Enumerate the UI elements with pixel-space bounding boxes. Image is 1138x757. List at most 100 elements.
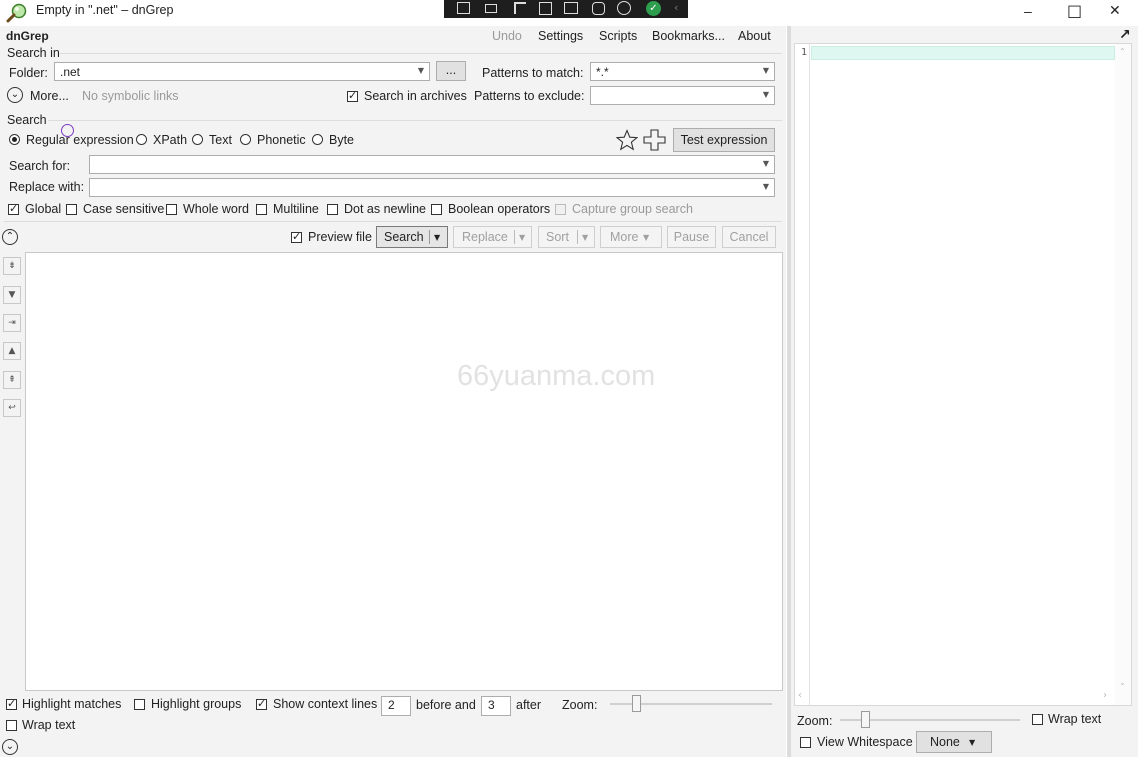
- global-label[interactable]: Global: [25, 202, 61, 216]
- expand-more-icon[interactable]: ⌄: [7, 87, 23, 103]
- toolbar-icon-6[interactable]: [592, 2, 605, 15]
- search-for-combo[interactable]: ▼: [89, 155, 775, 174]
- search-archives-checkbox[interactable]: [347, 89, 358, 103]
- view-whitespace-label[interactable]: View Whitespace: [817, 735, 913, 749]
- highlight-matches-label[interactable]: Highlight matches: [22, 697, 121, 711]
- results-tree[interactable]: [25, 252, 783, 691]
- syntax-dropdown[interactable]: None ▼: [916, 731, 992, 753]
- multiline-label[interactable]: Multiline: [273, 202, 319, 216]
- minimize-button[interactable]: –: [1024, 3, 1032, 19]
- scroll-up-icon[interactable]: ⌃: [1119, 47, 1126, 56]
- boolean-operators-checkbox[interactable]: [431, 204, 442, 215]
- text-radio[interactable]: [192, 134, 203, 145]
- pop-out-icon[interactable]: ↗: [1119, 27, 1131, 43]
- patterns-match-value: *.*: [596, 65, 609, 79]
- maximize-button[interactable]: □: [1067, 1, 1082, 20]
- boolean-operators-label[interactable]: Boolean operators: [448, 202, 550, 216]
- results-zoom-label: Zoom:: [562, 698, 598, 712]
- preview-file-checkbox[interactable]: [291, 230, 302, 244]
- more-options-link[interactable]: More...: [30, 89, 69, 103]
- chevron-down-icon[interactable]: ▼: [434, 228, 440, 248]
- folder-combo[interactable]: .net ▼: [54, 62, 430, 81]
- dot-newline-label[interactable]: Dot as newline: [344, 202, 426, 216]
- view-whitespace-checkbox[interactable]: [800, 737, 811, 748]
- before-lines-input[interactable]: 2: [381, 696, 411, 716]
- toolbar-icon-2[interactable]: [485, 4, 497, 13]
- preview-zoom-thumb[interactable]: [861, 711, 870, 728]
- replace-with-combo[interactable]: ▼: [89, 178, 775, 197]
- highlight-groups-label[interactable]: Highlight groups: [151, 697, 241, 711]
- whole-word-checkbox[interactable]: [166, 204, 177, 215]
- preview-file-label[interactable]: Preview file: [308, 230, 372, 244]
- byte-radio[interactable]: [312, 134, 323, 145]
- preview-wrap-text-checkbox[interactable]: [1032, 714, 1043, 725]
- undo-icon[interactable]: ↩: [3, 399, 21, 417]
- add-bookmark-icon[interactable]: [643, 129, 666, 151]
- scroll-left-icon[interactable]: ‹: [798, 690, 802, 701]
- results-zoom-thumb[interactable]: [632, 695, 641, 712]
- scripts-menu[interactable]: Scripts: [599, 29, 637, 43]
- vertical-scrollbar[interactable]: [1115, 44, 1131, 705]
- search-button[interactable]: Search ▼: [376, 226, 448, 248]
- prev-file-icon[interactable]: ▲: [3, 342, 21, 360]
- wrap-text-checkbox[interactable]: [6, 720, 17, 731]
- after-lines-input[interactable]: 3: [481, 696, 511, 716]
- patterns-exclude-combo[interactable]: ▼: [590, 86, 775, 105]
- watermark-text: 66yuanma.com: [457, 360, 656, 392]
- scroll-down-icon[interactable]: ⌄: [1119, 678, 1126, 687]
- expand-bottom-icon[interactable]: ⌄: [2, 739, 18, 755]
- multiline-checkbox[interactable]: [256, 204, 267, 215]
- first-match-icon[interactable]: ⇟: [3, 257, 21, 275]
- accessibility-icon[interactable]: [617, 1, 631, 15]
- regex-label[interactable]: Regular expression: [26, 133, 134, 147]
- regex-radio[interactable]: [9, 134, 20, 145]
- settings-menu[interactable]: Settings: [538, 29, 583, 43]
- show-context-checkbox[interactable]: [256, 697, 267, 711]
- close-button[interactable]: ✕: [1109, 3, 1121, 19]
- toolbar-icon-4[interactable]: [539, 2, 552, 15]
- text-label[interactable]: Text: [209, 133, 232, 147]
- highlight-matches-checkbox[interactable]: [6, 697, 17, 711]
- test-expression-button[interactable]: Test expression: [673, 128, 775, 152]
- show-context-label[interactable]: Show context lines: [273, 697, 377, 711]
- split-divider: [577, 230, 578, 244]
- browse-button[interactable]: ...: [436, 61, 466, 81]
- case-sensitive-label[interactable]: Case sensitive: [83, 202, 164, 216]
- patterns-match-combo[interactable]: *.* ▼: [590, 62, 775, 81]
- highlight-groups-checkbox[interactable]: [134, 699, 145, 710]
- folder-value: .net: [60, 65, 81, 79]
- dot-newline-checkbox[interactable]: [327, 204, 338, 215]
- case-sensitive-checkbox[interactable]: [66, 204, 77, 215]
- phonetic-label[interactable]: Phonetic: [257, 133, 306, 147]
- preview-editor[interactable]: 1 ⌃ ⌄ ‹ ›: [794, 43, 1132, 706]
- search-archives-label[interactable]: Search in archives: [364, 89, 467, 103]
- toolbar-icon-3[interactable]: [514, 2, 526, 14]
- whole-word-label[interactable]: Whole word: [183, 202, 249, 216]
- chevron-down-icon: ▼: [762, 90, 769, 99]
- last-match-icon[interactable]: ⇞: [3, 371, 21, 389]
- xpath-radio[interactable]: [136, 134, 147, 145]
- more-button: More ▼: [600, 226, 662, 248]
- collapse-toolbar-icon[interactable]: ‹: [674, 1, 678, 14]
- toolbar-icon-1[interactable]: [457, 2, 470, 14]
- next-file-icon[interactable]: ▼: [3, 286, 21, 304]
- xpath-label[interactable]: XPath: [153, 133, 187, 147]
- phonetic-radio[interactable]: [240, 134, 251, 145]
- line-number: 1: [801, 47, 808, 58]
- undo-menu[interactable]: Undo: [492, 29, 522, 43]
- scroll-right-icon[interactable]: ›: [1103, 690, 1107, 701]
- byte-label[interactable]: Byte: [329, 133, 354, 147]
- toolbar-icon-5[interactable]: [564, 2, 578, 14]
- about-menu[interactable]: About: [738, 29, 771, 43]
- collapse-up-icon[interactable]: ⌃: [2, 229, 18, 245]
- bookmarks-menu[interactable]: Bookmarks...: [652, 29, 725, 43]
- chevron-down-icon: ▼: [762, 159, 769, 168]
- floating-toolbar: ✓ ‹: [444, 0, 688, 18]
- global-checkbox[interactable]: [8, 202, 19, 216]
- next-match-icon[interactable]: ⇥: [3, 314, 21, 332]
- check-icon[interactable]: ✓: [646, 1, 661, 16]
- preview-wrap-text-label[interactable]: Wrap text: [1048, 712, 1101, 726]
- bookmark-star-icon[interactable]: [616, 129, 638, 151]
- wrap-text-label[interactable]: Wrap text: [22, 718, 75, 732]
- replace-button-label: Replace: [462, 230, 508, 244]
